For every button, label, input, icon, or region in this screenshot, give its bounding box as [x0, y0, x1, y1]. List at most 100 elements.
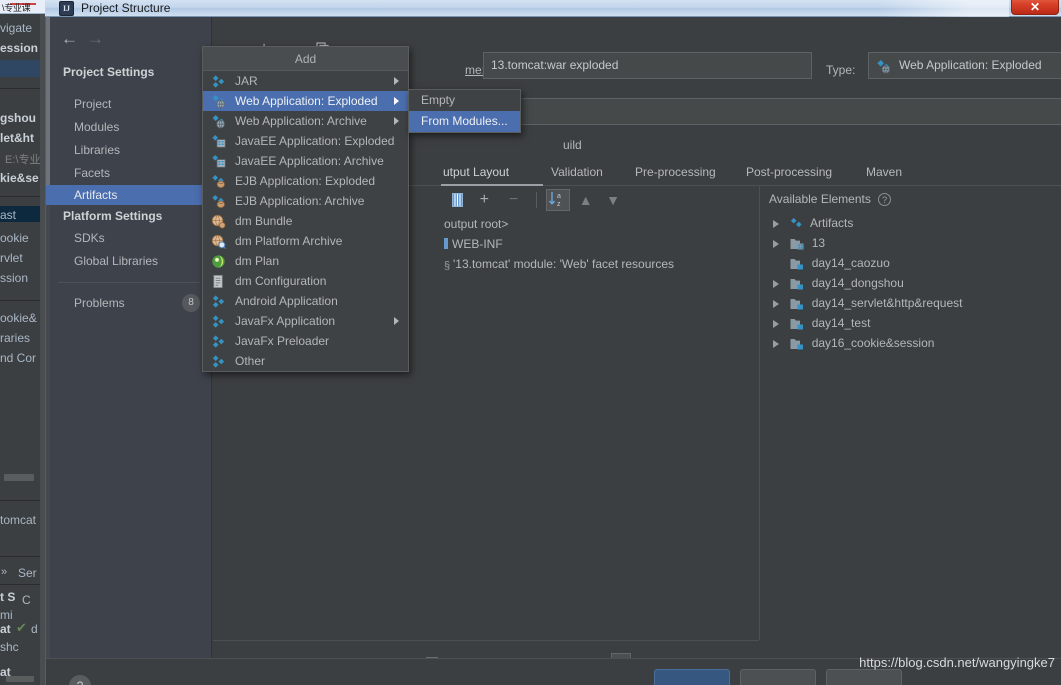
- tab-maven[interactable]: Maven: [866, 165, 902, 179]
- output-tree-row-root[interactable]: output root>: [444, 217, 508, 231]
- submenu-item-empty[interactable]: Empty: [409, 90, 520, 111]
- check-icon: ✔: [16, 620, 27, 635]
- help-icon[interactable]: ?: [878, 193, 892, 207]
- sidebar-item-global-libraries[interactable]: Global Libraries: [74, 254, 158, 268]
- cancel-button[interactable]: [740, 669, 816, 685]
- chevron-right-icon[interactable]: [773, 239, 779, 248]
- web-exploded-submenu: Empty From Modules...: [408, 89, 521, 133]
- sidebar-item-modules[interactable]: Modules: [74, 120, 119, 134]
- sidebar-group-project-settings: Project Settings: [63, 65, 155, 79]
- tab-post-processing[interactable]: Post-processing: [746, 165, 832, 179]
- svg-text:a: a: [557, 193, 561, 200]
- sidebar-scrollbar[interactable]: [46, 17, 50, 658]
- problems-count-badge: 8: [182, 294, 200, 312]
- ide-scrollbar[interactable]: [4, 474, 34, 481]
- sidebar-item-project[interactable]: Project: [74, 97, 111, 111]
- tab-validation[interactable]: Validation: [551, 165, 603, 179]
- forward-arrow-icon[interactable]: →: [87, 30, 104, 47]
- menu-item-javafx-application[interactable]: JavaFx Application: [203, 311, 408, 331]
- chevron-right-icon[interactable]: [773, 339, 779, 348]
- available-item-day14-test[interactable]: day14_test: [773, 316, 870, 330]
- output-layout-toolbar: + − a z ▲ ▼: [446, 189, 625, 211]
- chevron-right-icon[interactable]: [773, 299, 779, 308]
- available-item-label: day14_dongshou: [811, 276, 904, 290]
- sidebar-item-sdks[interactable]: SDKs: [74, 231, 105, 245]
- submenu-item-from-modules[interactable]: From Modules...: [409, 111, 520, 132]
- menu-item-dm-platform-archive[interactable]: dm Platform Archive: [203, 231, 408, 251]
- apply-button[interactable]: [826, 669, 902, 685]
- help-button[interactable]: ?: [69, 675, 91, 685]
- back-arrow-icon[interactable]: ←: [61, 30, 78, 47]
- menu-item-javaee-application-exploded[interactable]: JavaEE Application: Exploded: [203, 131, 408, 151]
- available-item-day16-cookie-session[interactable]: day16_cookie&session: [773, 336, 934, 350]
- available-item-day14-dongshou[interactable]: day14_dongshou: [773, 276, 904, 290]
- sort-az-icon[interactable]: a z: [546, 189, 571, 211]
- move-down-button[interactable]: ▼: [601, 189, 625, 211]
- sidebar-item-problems[interactable]: Problems: [74, 296, 125, 310]
- other-icon: [211, 354, 226, 369]
- menu-item-label: dm Platform Archive: [235, 234, 343, 248]
- ide-text-row: E:\专业: [5, 154, 41, 166]
- menu-item-jar[interactable]: JAR: [203, 71, 408, 91]
- menu-item-label: EJB Application: Exploded: [235, 174, 376, 188]
- artifact-name-input[interactable]: 13.tomcat:war exploded: [483, 52, 812, 79]
- menu-item-dm-configuration[interactable]: dm Configuration: [203, 271, 408, 291]
- sidebar-item-libraries[interactable]: Libraries: [74, 143, 120, 157]
- sidebar-scroll-thumb[interactable]: [46, 17, 50, 197]
- titlebar-gloss: [879, 0, 1009, 17]
- ide-text-row: C: [22, 593, 31, 607]
- menu-item-web-application-exploded[interactable]: Web Application: Exploded: [203, 91, 408, 111]
- module-icon: [790, 278, 804, 290]
- menu-item-android-application[interactable]: Android Application: [203, 291, 408, 311]
- available-item-13[interactable]: 13: [773, 236, 825, 250]
- menu-header-add: Add: [203, 47, 408, 71]
- ide-scrollbar-bottom[interactable]: [6, 676, 34, 682]
- panel-splitter[interactable]: [759, 185, 760, 640]
- module-icon[interactable]: [446, 189, 468, 211]
- bottom-divider: [213, 640, 759, 641]
- ide-divider: [0, 556, 45, 557]
- available-item-artifacts[interactable]: Artifacts: [773, 216, 853, 230]
- ide-divider: [0, 88, 45, 89]
- menu-item-dm-bundle[interactable]: dm Bundle: [203, 211, 408, 231]
- chevron-right-icon[interactable]: [773, 319, 779, 328]
- menu-item-label: dm Configuration: [235, 274, 327, 288]
- web-exploded-icon: [876, 59, 891, 74]
- menu-item-web-application-archive[interactable]: Web Application: Archive: [203, 111, 408, 131]
- move-up-button[interactable]: ▲: [574, 189, 598, 211]
- dm-config-icon: [211, 274, 226, 289]
- output-tree-row-facet[interactable]: § '13.tomcat' module: 'Web' facet resourc…: [444, 257, 674, 272]
- chevron-right-icon: [394, 77, 399, 85]
- output-tree-label: WEB-INF: [452, 237, 503, 251]
- sidebar-item-facets[interactable]: Facets: [74, 166, 110, 180]
- chevron-right-icon[interactable]: [773, 219, 779, 228]
- ide-divider: [0, 500, 45, 501]
- module-icon: [790, 298, 804, 310]
- artifact-type-combobox[interactable]: Web Application: Exploded: [868, 52, 1061, 79]
- menu-item-label: dm Bundle: [235, 214, 293, 228]
- sidebar-item-artifacts[interactable]: Artifacts: [46, 185, 212, 205]
- ide-text-row: Ser: [18, 566, 37, 580]
- remove-element-button[interactable]: −: [501, 189, 527, 211]
- menu-item-other[interactable]: Other: [203, 351, 408, 371]
- output-tree-row-webinf[interactable]: WEB-INF: [444, 237, 503, 251]
- menu-item-javafx-preloader[interactable]: JavaFx Preloader: [203, 331, 408, 351]
- menu-item-javaee-application-archive[interactable]: JavaEE Application: Archive: [203, 151, 408, 171]
- chevron-right-icon[interactable]: [773, 279, 779, 288]
- close-icon[interactable]: ✕: [1011, 0, 1059, 15]
- menu-item-ejb-application-archive[interactable]: EJB Application: Archive: [203, 191, 408, 211]
- ok-button[interactable]: [654, 669, 730, 685]
- menu-item-dm-plan[interactable]: dm Plan: [203, 251, 408, 271]
- available-item-day14-servlet-http-request[interactable]: day14_servlet&http&request: [773, 296, 962, 310]
- dm-bundle-icon: [211, 214, 226, 229]
- menu-item-label: Other: [235, 354, 266, 368]
- tab-pre-processing[interactable]: Pre-processing: [635, 165, 716, 179]
- tab-output-layout[interactable]: utput Layout: [443, 165, 509, 179]
- available-elements-label: Available Elements: [769, 192, 871, 206]
- ide-text-row: let&ht: [0, 131, 34, 145]
- folder-icon: [444, 238, 448, 249]
- add-element-button[interactable]: +: [471, 189, 497, 211]
- available-item-day14-caozuo[interactable]: day14_caozuo: [773, 256, 890, 270]
- ide-text-row: nd Cor: [0, 351, 37, 365]
- menu-item-ejb-application-exploded[interactable]: EJB Application: Exploded: [203, 171, 408, 191]
